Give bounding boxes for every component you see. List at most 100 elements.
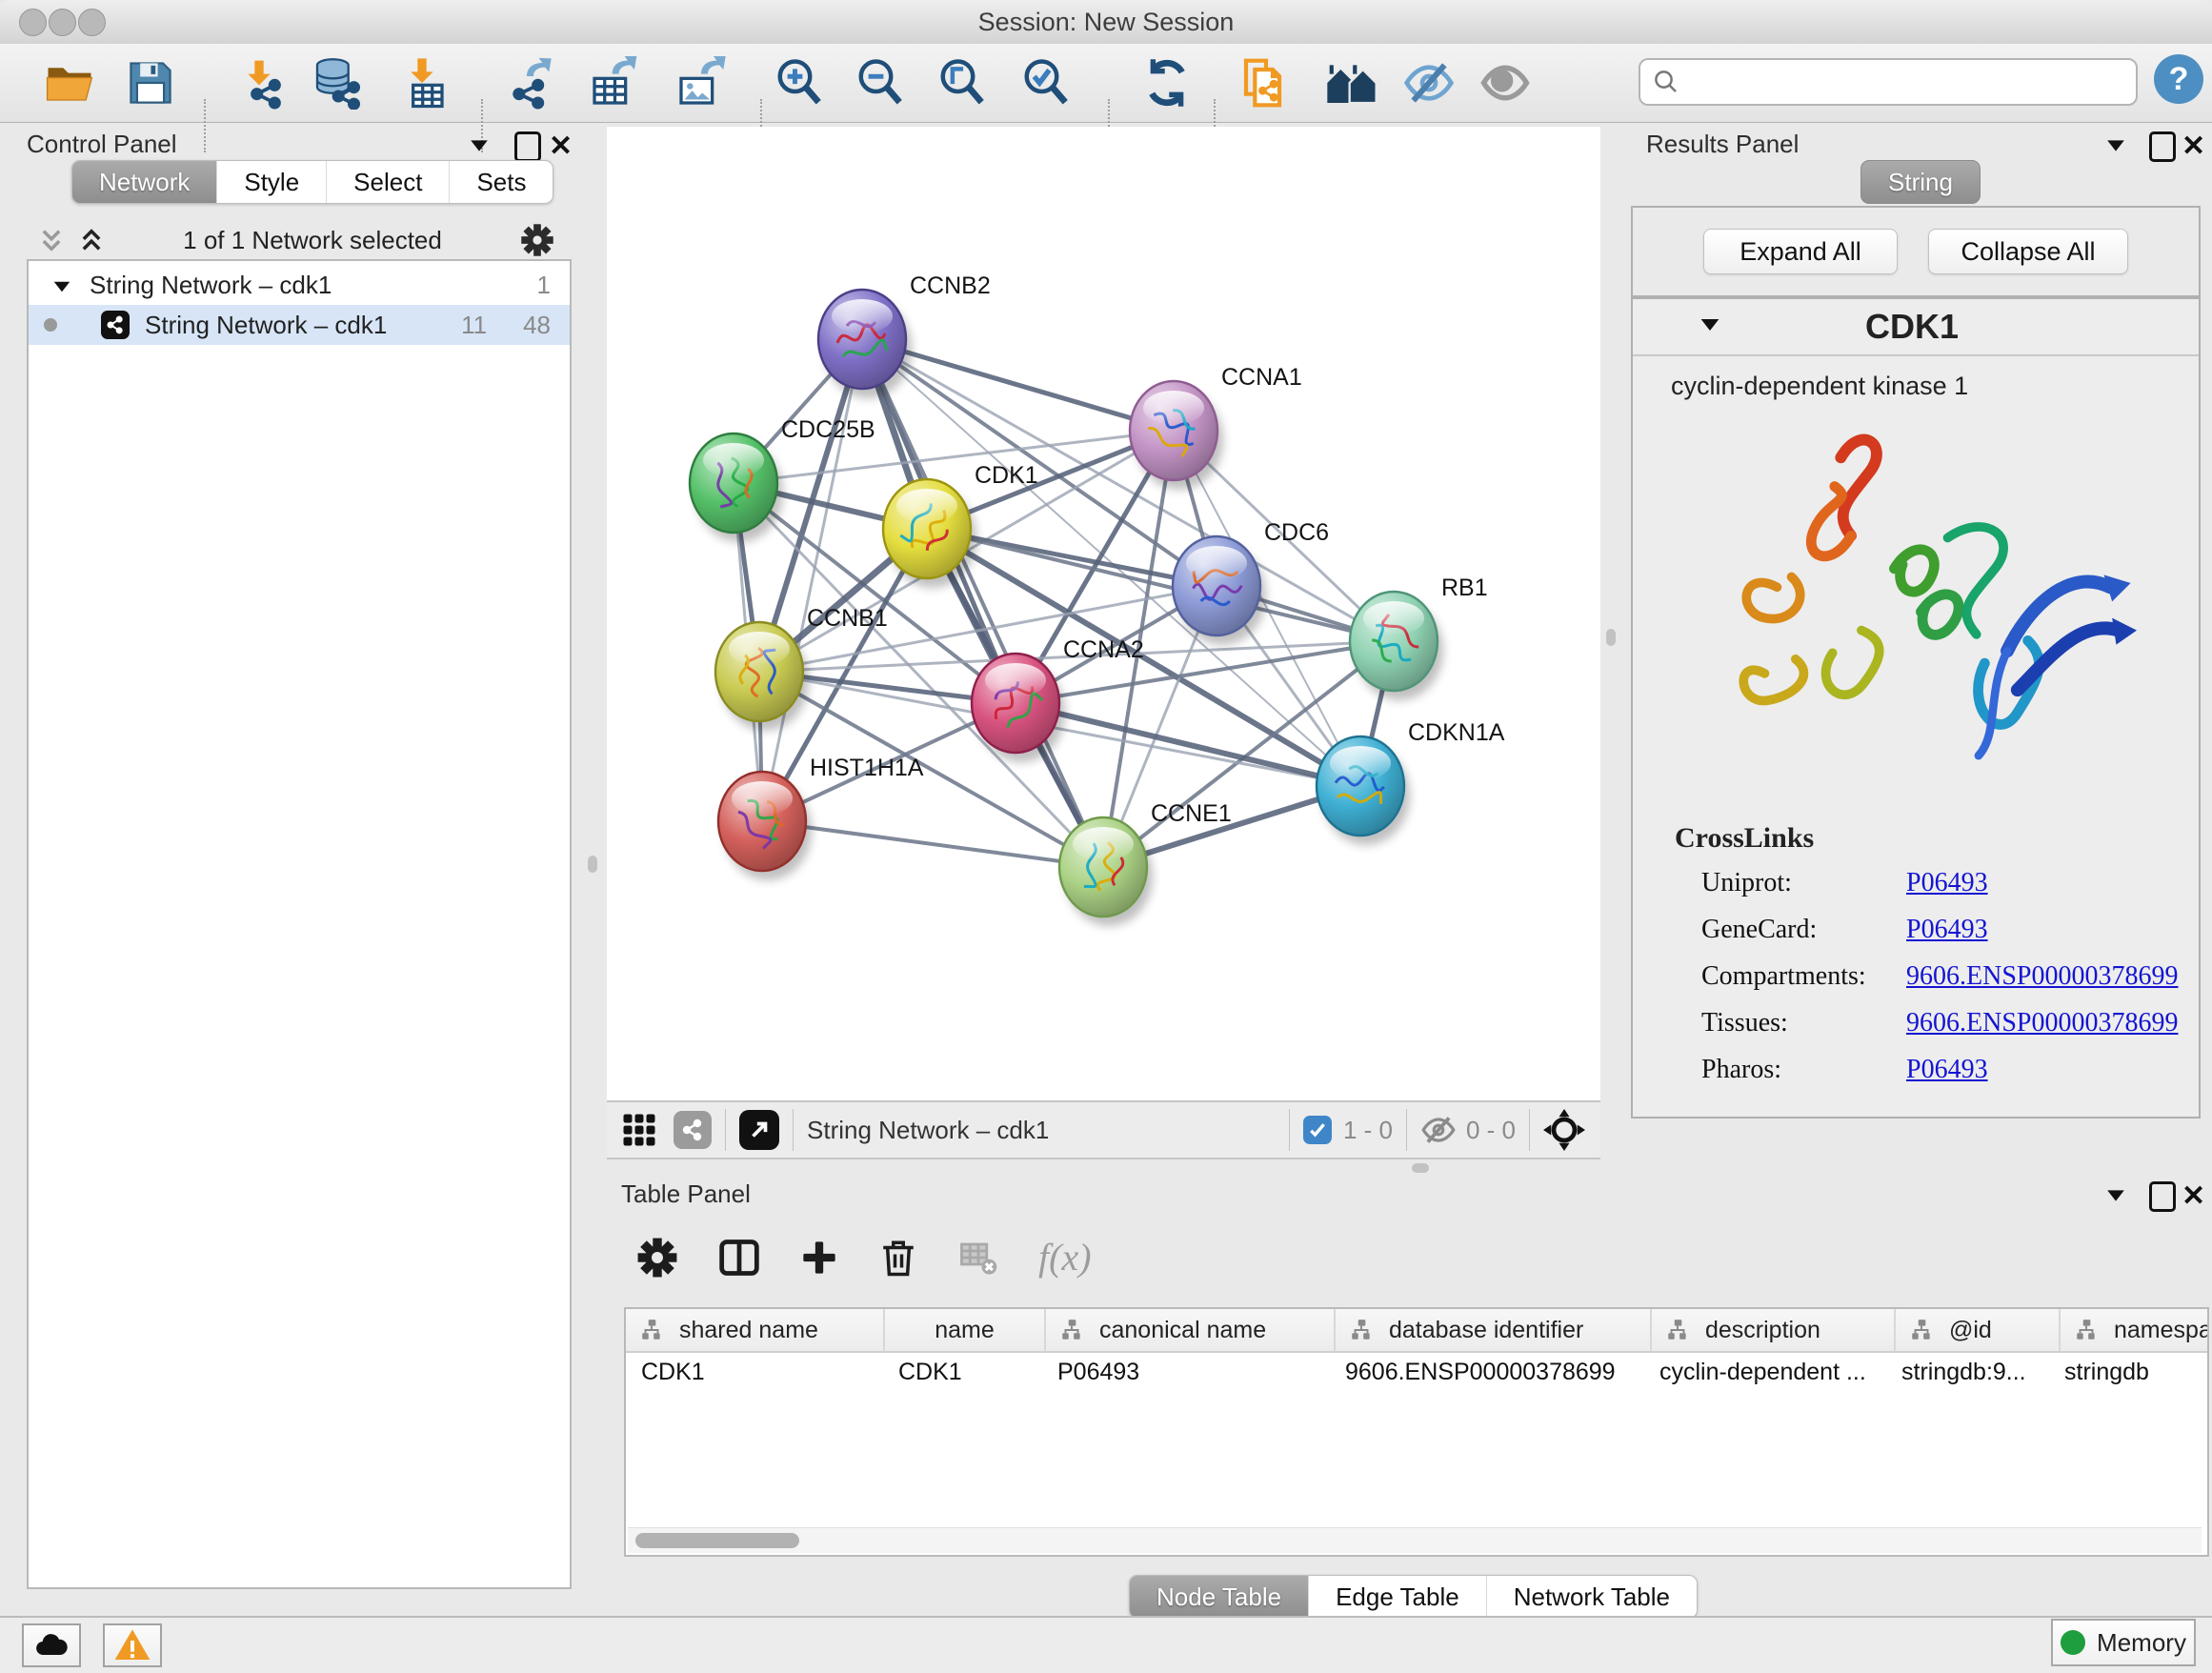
export-network-button[interactable] — [506, 55, 561, 111]
table-cell[interactable]: stringdb:9... — [1886, 1353, 2049, 1391]
string-home-button[interactable] — [1324, 55, 1379, 111]
protein-entry-header[interactable]: CDK1 — [1633, 299, 2199, 356]
results-panel-float-button[interactable] — [2149, 131, 2176, 167]
network-node-CDK1[interactable]: CDK1 — [883, 462, 1038, 588]
cloud-status-button[interactable] — [22, 1623, 81, 1667]
network-node-RB1[interactable]: RB1 — [1350, 574, 1488, 700]
import-network-database-button[interactable] — [310, 55, 365, 111]
tab-network-table[interactable]: Network Table — [1486, 1576, 1697, 1618]
open-session-button[interactable] — [42, 55, 97, 111]
expand-all-networks-icon[interactable] — [78, 227, 105, 253]
crosslink-link[interactable]: P06493 — [1906, 915, 1988, 945]
bottom-splitter-handle[interactable] — [1412, 1163, 1429, 1173]
network-collection-row[interactable]: String Network – cdk1 1 — [29, 265, 570, 305]
network-edge-CCNB2-HIST1H1A[interactable] — [762, 339, 862, 821]
show-all-button[interactable] — [1478, 55, 1533, 111]
column-tree-icon — [1665, 1318, 1690, 1342]
tab-select[interactable]: Select — [326, 161, 449, 203]
warning-triangle-icon — [113, 1626, 151, 1664]
crosslink-link[interactable]: P06493 — [1906, 868, 1988, 898]
table-cell[interactable]: CDK1 — [626, 1353, 883, 1391]
table-toolbar: f(x) — [636, 1235, 1092, 1280]
duplicate-network-button[interactable] — [1238, 55, 1294, 111]
selected-checkbox-icon[interactable] — [1303, 1116, 1332, 1144]
table-cell[interactable]: stringdb — [2049, 1353, 2207, 1391]
table-cell[interactable]: P06493 — [1042, 1353, 1330, 1391]
export-table-button[interactable] — [587, 55, 642, 111]
memory-button[interactable]: Memory — [2051, 1619, 2196, 1666]
search-input[interactable] — [1639, 58, 2138, 106]
hide-selected-button[interactable] — [1401, 55, 1457, 111]
tab-style[interactable]: Style — [216, 161, 326, 203]
crosslink-link[interactable]: 9606.ENSP00000378699 — [1906, 1008, 2178, 1038]
table-cell[interactable]: cyclin-dependent ... — [1644, 1353, 1886, 1391]
results-panel-menu-icon[interactable] — [2105, 139, 2126, 157]
grid-view-icon[interactable] — [622, 1113, 656, 1147]
network-node-CDC6[interactable]: CDC6 — [1173, 519, 1329, 645]
zoom-fit-button[interactable] — [935, 55, 990, 111]
birdseye-navigator-icon[interactable] — [1543, 1109, 1585, 1151]
column-header-name[interactable]: name — [885, 1309, 1046, 1351]
network-edge-CCNB2-CCNE1[interactable] — [862, 339, 1103, 867]
collection-expand-icon[interactable] — [51, 271, 72, 300]
network-node-CCNB2[interactable]: CCNB2 — [818, 272, 991, 398]
column-header-@id[interactable]: @id — [1896, 1309, 2061, 1351]
refresh-view-button[interactable] — [1139, 55, 1195, 111]
network-node-HIST1H1A[interactable]: HIST1H1A — [718, 755, 924, 880]
warning-status-button[interactable] — [103, 1623, 162, 1667]
crosslink-link[interactable]: P06493 — [1906, 1055, 1988, 1085]
table-panel-float-button[interactable] — [2149, 1181, 2176, 1217]
results-panel-close-button[interactable]: ✕ — [2182, 130, 2205, 163]
zoom-selected-button[interactable] — [1018, 55, 1074, 111]
collapse-all-button[interactable]: Collapse All — [1928, 229, 2128, 274]
network-node-CDKN1A[interactable]: CDKN1A — [1317, 719, 1505, 845]
import-network-file-button[interactable] — [231, 55, 287, 111]
right-splitter-handle[interactable] — [1606, 629, 1616, 646]
detach-view-icon[interactable] — [739, 1110, 779, 1150]
entry-collapse-icon[interactable] — [1699, 318, 1720, 336]
tab-edge-table[interactable]: Edge Table — [1308, 1576, 1486, 1618]
export-image-button[interactable] — [674, 55, 729, 111]
node-label: RB1 — [1441, 574, 1488, 601]
table-panel-close-button[interactable]: ✕ — [2182, 1179, 2205, 1213]
network-edge-HIST1H1A-CCNE1[interactable] — [762, 821, 1103, 867]
add-column-icon[interactable] — [800, 1239, 838, 1277]
help-button[interactable]: ? — [2154, 54, 2203, 104]
table-panel-menu-icon[interactable] — [2105, 1189, 2126, 1207]
network-badge-icon[interactable] — [674, 1111, 712, 1149]
table-cell[interactable]: 9606.ENSP00000378699 — [1330, 1353, 1644, 1391]
column-header-database-identifier[interactable]: database identifier — [1336, 1309, 1652, 1351]
table-row[interactable]: CDK1CDK1P064939606.ENSP00000378699cyclin… — [626, 1353, 2207, 1391]
crosslink-row: Pharos:P06493 — [1701, 1055, 2199, 1085]
tab-node-table[interactable]: Node Table — [1130, 1576, 1308, 1618]
network-options-gear-icon[interactable] — [520, 223, 554, 257]
tab-sets[interactable]: Sets — [449, 161, 553, 203]
left-splitter-handle[interactable] — [588, 856, 597, 873]
expand-all-button[interactable]: Expand All — [1703, 229, 1898, 274]
delete-column-trash-icon[interactable] — [878, 1238, 918, 1278]
column-header-description[interactable]: description — [1652, 1309, 1896, 1351]
zoom-out-button[interactable] — [853, 55, 908, 111]
scrollbar-thumb[interactable] — [635, 1533, 799, 1548]
column-header-namespace[interactable]: namespace — [2061, 1309, 2209, 1351]
collection-label: String Network – cdk1 — [90, 271, 332, 300]
table-cell[interactable]: CDK1 — [883, 1353, 1042, 1391]
tab-network[interactable]: Network — [72, 161, 216, 203]
column-header-canonical-name[interactable]: canonical name — [1046, 1309, 1336, 1351]
tab-string[interactable]: String — [1860, 160, 1981, 204]
table-horizontal-scrollbar[interactable] — [628, 1527, 2202, 1553]
column-header-shared-name[interactable]: shared name — [626, 1309, 885, 1351]
network-canvas[interactable]: CCNB2CCNA1CDC25BCDK1CDC6RB1CCNB1CCNA2CDK… — [607, 127, 1600, 1100]
network-node-CCNE1[interactable]: CCNE1 — [1059, 800, 1232, 926]
network-row[interactable]: String Network – cdk1 11 48 — [29, 305, 570, 345]
table-settings-gear-icon[interactable] — [636, 1237, 678, 1279]
control-panel-menu-icon[interactable] — [469, 139, 490, 157]
import-table-file-button[interactable] — [394, 55, 450, 111]
control-panel-close-button[interactable]: ✕ — [549, 130, 573, 163]
show-columns-icon[interactable] — [718, 1237, 760, 1279]
zoom-in-button[interactable] — [772, 55, 827, 111]
crosslink-link[interactable]: 9606.ENSP00000378699 — [1906, 961, 2178, 992]
save-session-button[interactable] — [123, 55, 178, 111]
hidden-eye-slash-icon[interactable] — [1420, 1112, 1457, 1148]
collapse-all-networks-icon[interactable] — [38, 227, 65, 253]
